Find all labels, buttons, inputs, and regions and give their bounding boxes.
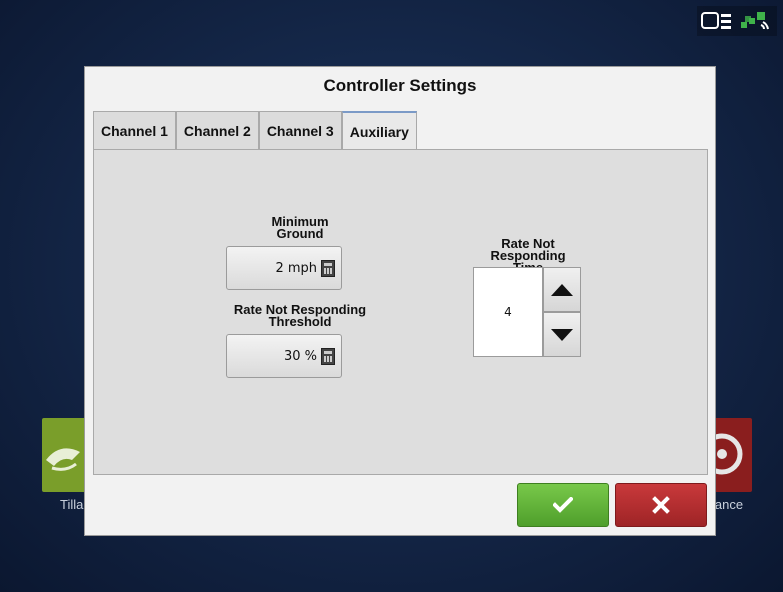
increment-button[interactable] bbox=[543, 267, 581, 312]
guidance-tile[interactable] bbox=[701, 418, 752, 492]
tab-channel-3[interactable]: Channel 3 bbox=[258, 111, 342, 150]
min-ground-label: Minimum Ground bbox=[220, 215, 380, 241]
status-bar bbox=[697, 6, 777, 36]
ok-button[interactable] bbox=[517, 483, 609, 527]
threshold-value: 30 % bbox=[283, 348, 317, 364]
min-ground-field[interactable]: 2 mph bbox=[226, 246, 342, 290]
arrow-up-icon bbox=[551, 283, 573, 296]
cancel-button[interactable] bbox=[615, 483, 707, 527]
controller-settings-dialog: Controller Settings Channel 1 Channel 2 … bbox=[84, 66, 716, 536]
tab-channel-2[interactable]: Channel 2 bbox=[175, 111, 259, 150]
close-icon bbox=[652, 496, 670, 514]
decrement-button[interactable] bbox=[543, 312, 581, 357]
threshold-label: Rate Not Responding Threshold bbox=[190, 303, 410, 329]
threshold-field[interactable]: 30 % bbox=[226, 334, 342, 378]
threshold-label-line2: Threshold bbox=[268, 314, 332, 329]
display-icon[interactable] bbox=[701, 8, 733, 34]
guidance-tile-label: lance bbox=[712, 497, 744, 512]
check-icon bbox=[553, 497, 573, 513]
calculator-icon bbox=[321, 347, 335, 365]
dialog-title: Controller Settings bbox=[323, 76, 477, 95]
min-ground-label-line2: Ground bbox=[276, 226, 324, 241]
min-ground-value: 2 mph bbox=[275, 260, 317, 276]
response-time-value[interactable]: 4 bbox=[473, 267, 543, 357]
tab-auxiliary[interactable]: Auxiliary bbox=[341, 111, 417, 153]
auxiliary-panel: Minimum Ground 2 mph Rate Not Responding… bbox=[93, 149, 708, 475]
tab-bar: Channel 1 Channel 2 Channel 3 Auxiliary bbox=[93, 111, 417, 153]
arrow-down-icon bbox=[551, 328, 573, 341]
tab-channel-1[interactable]: Channel 1 bbox=[93, 111, 176, 150]
calculator-icon bbox=[321, 259, 335, 277]
satellite-icon[interactable] bbox=[739, 8, 773, 34]
tillage-tile-label: Tilla bbox=[60, 497, 84, 512]
